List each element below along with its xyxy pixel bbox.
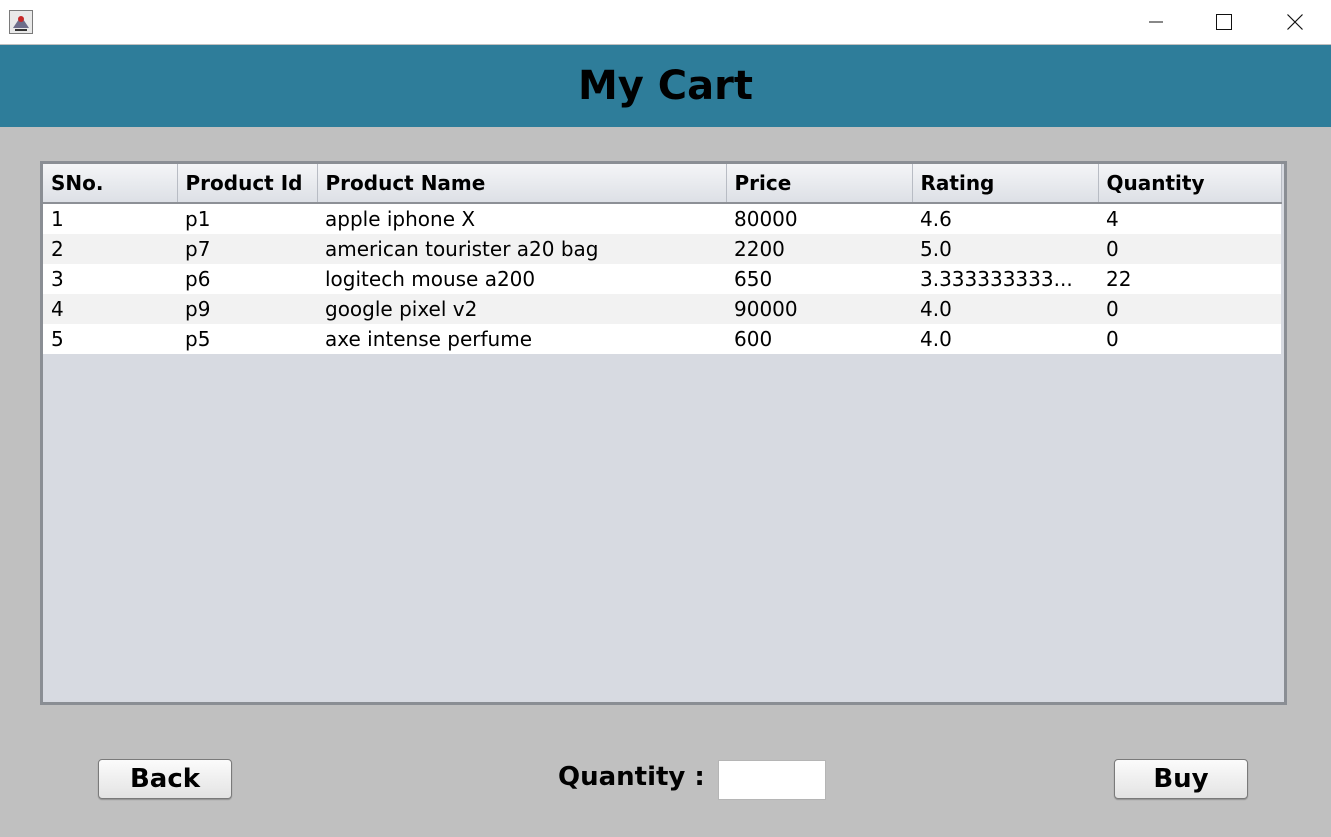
cell-rating: 4.0 bbox=[912, 324, 1098, 354]
cell-price: 600 bbox=[726, 324, 912, 354]
maximize-button[interactable] bbox=[1190, 0, 1258, 44]
cell-sno: 3 bbox=[43, 264, 177, 294]
cell-rating: 3.333333333... bbox=[912, 264, 1098, 294]
cell-quantity: 0 bbox=[1098, 294, 1281, 324]
minimize-button[interactable] bbox=[1122, 0, 1190, 44]
column-header-quantity[interactable]: Quantity bbox=[1098, 164, 1282, 204]
cell-quantity: 22 bbox=[1098, 264, 1281, 294]
cell-quantity: 0 bbox=[1098, 234, 1281, 264]
cell-quantity: 4 bbox=[1098, 203, 1281, 234]
page-title: My Cart bbox=[578, 63, 753, 109]
cell-price: 2200 bbox=[726, 234, 912, 264]
cell-price: 80000 bbox=[726, 203, 912, 234]
cell-sno: 1 bbox=[43, 203, 177, 234]
window-titlebar bbox=[0, 0, 1331, 44]
maximize-icon bbox=[1216, 14, 1232, 30]
cell-product-id: p9 bbox=[177, 294, 317, 324]
cell-price: 90000 bbox=[726, 294, 912, 324]
quantity-input[interactable] bbox=[718, 760, 826, 800]
column-header-rating[interactable]: Rating bbox=[912, 164, 1099, 204]
column-header-product-id[interactable]: Product Id bbox=[177, 164, 318, 204]
cell-product-name: logitech mouse a200 bbox=[317, 264, 726, 294]
cell-product-id: p1 bbox=[177, 203, 317, 234]
page-header: My Cart bbox=[0, 45, 1331, 127]
cell-product-id: p5 bbox=[177, 324, 317, 354]
cell-quantity: 0 bbox=[1098, 324, 1281, 354]
table-row[interactable]: 5 p5 axe intense perfume 600 4.0 0 bbox=[43, 324, 1281, 354]
buy-button[interactable]: Buy bbox=[1114, 759, 1248, 799]
cart-table[interactable]: SNo. Product Id Product Name Price Ratin… bbox=[43, 164, 1282, 354]
cell-sno: 4 bbox=[43, 294, 177, 324]
cell-rating: 5.0 bbox=[912, 234, 1098, 264]
cell-product-id: p7 bbox=[177, 234, 317, 264]
java-app-icon bbox=[9, 10, 33, 34]
column-header-product-name[interactable]: Product Name bbox=[317, 164, 727, 204]
cell-price: 650 bbox=[726, 264, 912, 294]
close-icon bbox=[1287, 14, 1303, 30]
cell-product-name: google pixel v2 bbox=[317, 294, 726, 324]
table-row[interactable]: 1 p1 apple iphone X 80000 4.6 4 bbox=[43, 203, 1281, 234]
column-header-sno[interactable]: SNo. bbox=[43, 164, 178, 204]
cell-sno: 5 bbox=[43, 324, 177, 354]
minimize-icon bbox=[1149, 21, 1163, 23]
table-row[interactable]: 3 p6 logitech mouse a200 650 3.333333333… bbox=[43, 264, 1281, 294]
cell-product-name: axe intense perfume bbox=[317, 324, 726, 354]
cell-rating: 4.0 bbox=[912, 294, 1098, 324]
table-row[interactable]: 2 p7 american tourister a20 bag 2200 5.0… bbox=[43, 234, 1281, 264]
cell-product-name: apple iphone X bbox=[317, 203, 726, 234]
table-header-row: SNo. Product Id Product Name Price Ratin… bbox=[43, 164, 1282, 204]
cell-product-id: p6 bbox=[177, 264, 317, 294]
cell-product-name: american tourister a20 bag bbox=[317, 234, 726, 264]
back-button[interactable]: Back bbox=[98, 759, 232, 799]
cell-rating: 4.6 bbox=[912, 203, 1098, 234]
column-header-price[interactable]: Price bbox=[726, 164, 913, 204]
table-row[interactable]: 4 p9 google pixel v2 90000 4.0 0 bbox=[43, 294, 1281, 324]
cart-table-panel[interactable]: SNo. Product Id Product Name Price Ratin… bbox=[40, 161, 1287, 705]
close-button[interactable] bbox=[1261, 0, 1329, 44]
quantity-label: Quantity : bbox=[558, 762, 705, 792]
cell-sno: 2 bbox=[43, 234, 177, 264]
